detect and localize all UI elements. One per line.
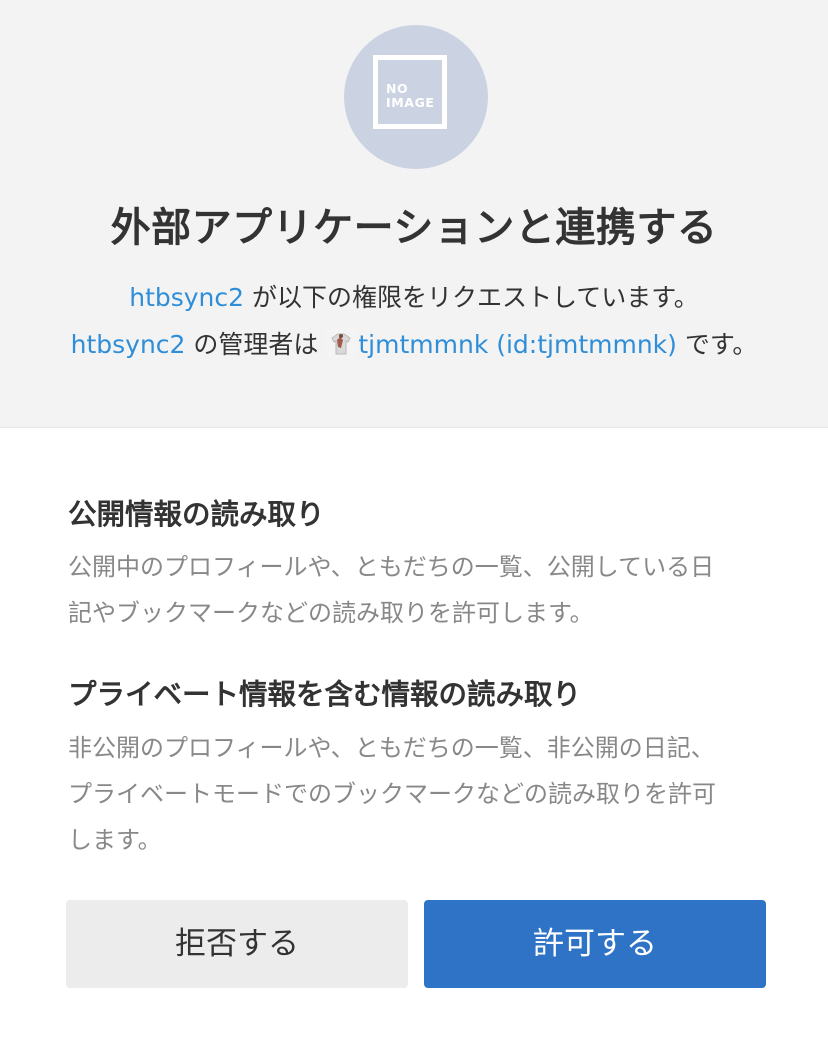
request-text-body: が以下の権限をリクエストしています。 (244, 283, 699, 312)
app-avatar: NO IMAGE (344, 25, 488, 169)
app-info-header: NO IMAGE 外部アプリケーションと連携する htbsync2 が以下の権限… (0, 0, 828, 428)
admin-prefix: の管理者は (185, 330, 327, 359)
admin-user-name: tjmtmmnk (id:tjmtmmnk) (358, 330, 677, 359)
no-image-label-line2: IMAGE (386, 95, 435, 110)
allow-button[interactable]: 許可する (424, 900, 766, 988)
page-title: 外部アプリケーションと連携する (110, 205, 718, 251)
permission-description-line: します。 (68, 826, 162, 854)
permission-description-line: 非公開のプロフィールや、ともだちの一覧、非公開の日記、 (68, 734, 715, 762)
permission-description-line: 記やブックマークなどの読み取りを許可します。 (68, 599, 594, 627)
permissions-panel: 公開情報の読み取り 公開中のプロフィールや、ともだちの一覧、公開している日 記や… (0, 428, 828, 1052)
request-text: htbsync2 が以下の権限をリクエストしています。 (0, 281, 828, 315)
no-image-icon: NO IMAGE (373, 55, 447, 129)
deny-button[interactable]: 拒否する (66, 900, 408, 988)
user-avatar-icon (326, 328, 357, 358)
no-image-label-line1: NO (386, 81, 409, 96)
permission-description-public: 公開中のプロフィールや、ともだちの一覧、公開している日 記やブックマークなどの読… (68, 544, 714, 636)
app-name-link-2[interactable]: htbsync2 (71, 330, 186, 359)
admin-text: htbsync2 の管理者は tjmtmmnk (id:tjmtmmnk) です… (0, 328, 828, 362)
admin-suffix: です。 (676, 330, 758, 359)
permission-title-private: プライベート情報を含む情報の読み取り (68, 678, 582, 711)
permission-title-public: 公開情報の読み取り (68, 498, 325, 531)
permission-description-line: プライベートモードでのブックマークなどの読み取りを許可 (68, 780, 716, 808)
permission-description-line: 公開中のプロフィールや、ともだちの一覧、公開している日 (68, 553, 715, 581)
permission-description-private: 非公開のプロフィールや、ともだちの一覧、非公開の日記、 プライベートモードでのブ… (68, 725, 716, 863)
admin-user-link[interactable]: tjmtmmnk (id:tjmtmmnk) (326, 328, 677, 359)
app-name-link[interactable]: htbsync2 (129, 283, 244, 312)
